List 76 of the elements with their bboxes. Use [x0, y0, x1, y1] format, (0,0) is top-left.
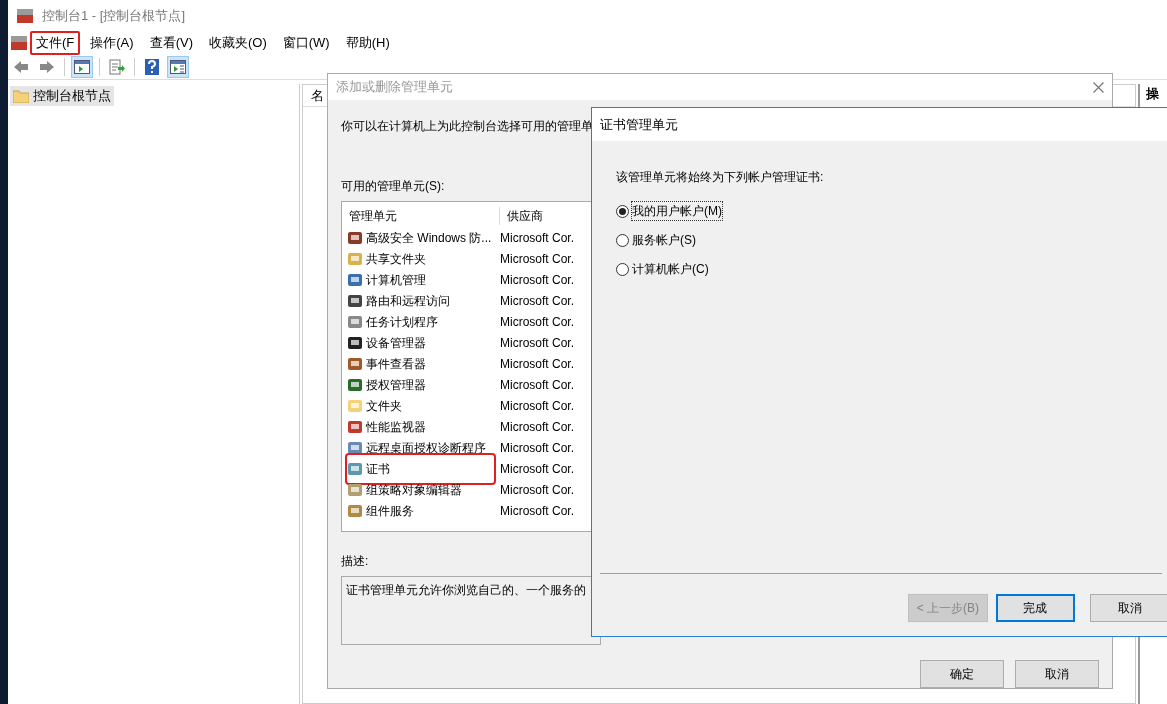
snap-in-icon: [347, 502, 363, 519]
snap-in-icon: [347, 376, 363, 393]
table-cell-text: Microsoft Cor.: [500, 376, 574, 394]
radio-option[interactable]: 计算机帐户(C): [616, 259, 1167, 279]
table-cell-text: Microsoft Cor.: [500, 418, 574, 436]
list-item[interactable]: 高级安全 Windows 防...: [347, 228, 494, 247]
table-cell-text: Microsoft Cor.: [500, 397, 574, 415]
table-cell-text: Microsoft Cor.: [500, 313, 574, 331]
snap-in-icon: [347, 397, 363, 414]
column-header: 供应商: [506, 208, 543, 225]
snap-in-icon: [347, 292, 363, 309]
dialog-button[interactable]: 完成: [995, 594, 1076, 622]
app-icon: [10, 35, 28, 51]
list-label: 可用的管理单元(S):: [341, 178, 445, 195]
table-cell-text: Microsoft Cor.: [500, 271, 574, 289]
snap-in-icon: [347, 250, 363, 267]
dialog-button[interactable]: 取消: [1090, 594, 1167, 622]
snap-in-icon: [347, 355, 363, 372]
export-list-icon[interactable]: [109, 58, 125, 75]
list-item[interactable]: 组策略对象编辑器: [347, 480, 494, 499]
table-cell-text: Microsoft Cor.: [500, 250, 574, 268]
snap-in-icon: [347, 229, 363, 246]
radio-option[interactable]: 服务帐户(S): [616, 230, 1167, 250]
back-arrow-icon[interactable]: [13, 59, 29, 74]
folder-icon: [13, 89, 29, 103]
list-item[interactable]: 任务计划程序: [347, 312, 494, 331]
action-pane-icon[interactable]: [170, 59, 186, 74]
app-icon: [16, 8, 34, 24]
table-cell-text: Microsoft Cor.: [500, 481, 574, 499]
table-cell-text: Microsoft Cor.: [500, 355, 574, 373]
radio-option[interactable]: 我的用户帐户(M): [616, 201, 1167, 221]
column-header: 管理单元: [342, 207, 500, 225]
dialog-title: 证书管理单元: [600, 115, 678, 134]
table-cell-text: Microsoft Cor.: [500, 229, 574, 247]
window-title: 控制台1 - [控制台根节点]: [42, 7, 185, 26]
description-text: 证书管理单元允许你浏览自己的、一个服务的: [346, 583, 586, 597]
list-item[interactable]: 证书: [347, 454, 494, 483]
prompt-text: 该管理单元将始终为下列帐户管理证书:: [616, 169, 825, 186]
table-cell-text: Microsoft Cor.: [500, 334, 574, 352]
forward-arrow-icon[interactable]: [39, 59, 55, 74]
table-cell-text: Microsoft Cor.: [500, 439, 574, 457]
snap-in-icon: [347, 418, 363, 435]
list-item[interactable]: 授权管理器: [347, 375, 494, 394]
snap-in-icon: [347, 271, 363, 288]
snap-in-icon: [347, 439, 363, 456]
description-label: 描述:: [341, 553, 370, 570]
close-icon[interactable]: [1093, 81, 1104, 93]
column-header: 名: [311, 86, 324, 105]
intro-text: 你可以在计算机上为此控制台选择可用的管理单: [341, 118, 593, 135]
menu-item[interactable]: 文件(F: [30, 31, 81, 55]
dialog-title: 添加或删除管理单元: [336, 78, 453, 97]
panel-header: 操: [1146, 86, 1159, 101]
console-tree-icon[interactable]: [74, 59, 90, 74]
list-item[interactable]: 共享文件夹: [347, 249, 494, 268]
table-cell-text: Microsoft Cor.: [500, 502, 574, 520]
dialog-button[interactable]: 确定: [920, 660, 1004, 688]
list-item[interactable]: 路由和远程访问: [347, 291, 494, 310]
list-item[interactable]: 计算机管理: [347, 270, 494, 289]
list-item[interactable]: 组件服务: [347, 501, 494, 520]
list-item[interactable]: 性能监视器: [347, 417, 494, 436]
table-cell-text: Microsoft Cor.: [500, 292, 574, 310]
list-item[interactable]: 事件查看器: [347, 354, 494, 373]
dialog-button[interactable]: 取消: [1015, 660, 1099, 688]
menu-item[interactable]: 查看(V): [143, 31, 199, 55]
table-cell-text: Microsoft Cor.: [500, 460, 574, 478]
menu-item[interactable]: 帮助(H): [339, 31, 396, 55]
menu-item[interactable]: 操作(A): [84, 31, 140, 55]
snap-in-icon: [347, 334, 363, 351]
snap-in-icon: [347, 313, 363, 330]
list-item[interactable]: 设备管理器: [347, 333, 494, 352]
menu-item[interactable]: 窗口(W): [276, 31, 336, 55]
tree-item[interactable]: 控制台根节点: [10, 86, 114, 106]
menu-item[interactable]: 收藏夹(O): [202, 31, 273, 55]
help-icon[interactable]: [145, 58, 159, 75]
snap-in-icon: [347, 460, 363, 477]
list-item[interactable]: 文件夹: [347, 396, 494, 415]
